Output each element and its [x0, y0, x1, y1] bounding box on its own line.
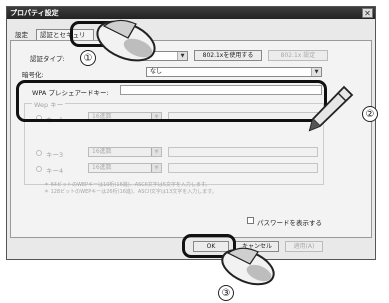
encryption-select[interactable]: なし ▼ — [146, 67, 322, 77]
chevron-down-icon: ▼ — [177, 52, 187, 60]
step-3-callout: ③ — [218, 285, 234, 301]
wep-note-128bit: ＊ 128ビットのWEPキーは26桁(16進)、ASCII文字は13文字を入力し… — [44, 189, 217, 195]
wep-key3-format-select[interactable]: 16進数 ▼ — [88, 147, 162, 157]
wep-key3-radio[interactable] — [36, 150, 42, 156]
wep-key4-radio[interactable] — [36, 166, 42, 172]
highlight-wpa-area — [16, 80, 327, 122]
show-password-checkbox[interactable] — [247, 217, 254, 224]
wep-key3-input[interactable] — [168, 147, 318, 157]
close-icon: ✕ — [364, 9, 371, 18]
title-bar — [7, 7, 375, 19]
mouse-icon — [221, 247, 275, 286]
wep-key4-label: キー4 — [46, 167, 64, 175]
mouse-icon — [96, 19, 156, 62]
window-title: プロパティ設定 — [10, 9, 59, 17]
wep-key4-format-select[interactable]: 16進数 ▼ — [88, 163, 162, 173]
tab-settings-label: 設定 — [15, 31, 28, 39]
step-1-callout: ① — [80, 50, 96, 66]
wep-note-64bit: ＊ 64ビットのWEPキーは10桁(16進)、ASCII文字は5文字を入力します… — [44, 182, 211, 188]
chevron-down-icon: ▼ — [151, 164, 161, 172]
8021x-settings-button[interactable]: 802.1x 設定 — [268, 50, 328, 61]
show-password-label: パスワードを表示する — [257, 219, 322, 227]
wep-key4-format-value: 16進数 — [92, 164, 112, 171]
pencil-icon — [308, 85, 354, 132]
close-button[interactable]: ✕ — [362, 8, 373, 18]
step-2-callout: ② — [362, 106, 378, 122]
encryption-label: 暗号化: — [22, 71, 44, 79]
wep-key4-input[interactable] — [168, 163, 318, 173]
auth-type-label: 認証タイプ: — [30, 55, 65, 63]
apply-button[interactable]: 適用(A) — [285, 241, 323, 252]
wep-key3-label: キー3 — [46, 151, 64, 159]
use-8021x-button[interactable]: 802.1xを使用する — [194, 50, 262, 61]
wep-key3-format-value: 16進数 — [92, 148, 112, 155]
chevron-down-icon: ▼ — [311, 68, 321, 76]
chevron-down-icon: ▼ — [151, 148, 161, 156]
